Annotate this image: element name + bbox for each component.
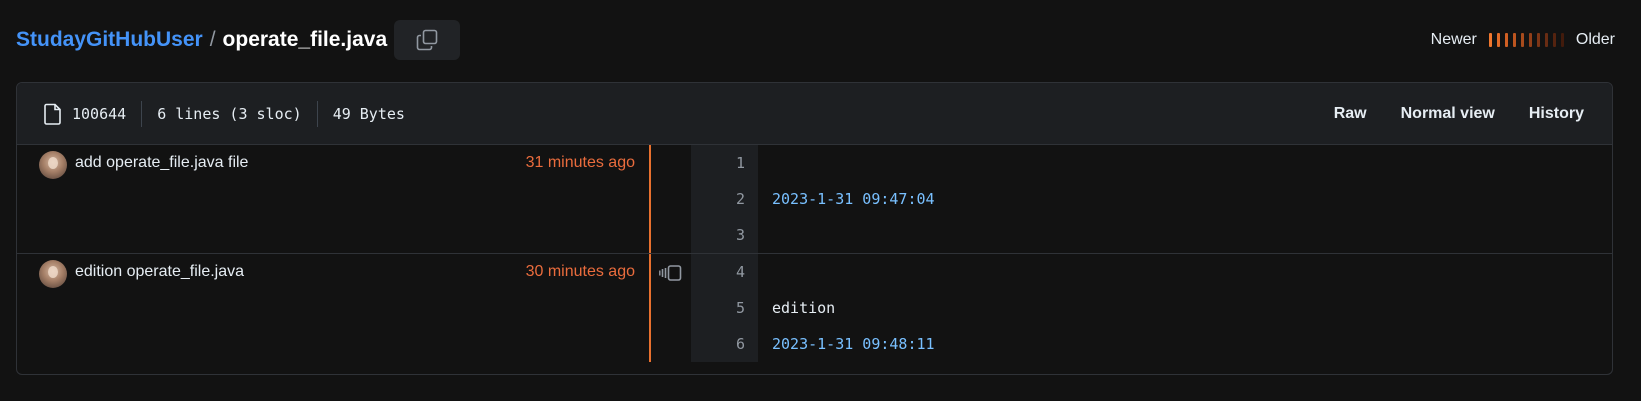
raw-button[interactable]: Raw bbox=[1334, 105, 1367, 123]
code-line: 2023-1-31 09:48:11 bbox=[772, 335, 935, 353]
age-legend-bar bbox=[1504, 33, 1508, 47]
line-numbers: 1 2 3 bbox=[691, 145, 758, 253]
commit-time: 31 minutes ago bbox=[525, 154, 635, 171]
normal-view-button[interactable]: Normal view bbox=[1401, 105, 1495, 123]
meta-divider bbox=[316, 100, 318, 127]
copy-icon bbox=[416, 29, 438, 51]
file-size: 49 Bytes bbox=[332, 104, 405, 123]
age-legend-bar bbox=[1488, 33, 1492, 47]
line-number[interactable]: 6 bbox=[691, 326, 745, 362]
history-button[interactable]: History bbox=[1529, 105, 1584, 123]
code-line: edition bbox=[772, 299, 836, 317]
age-legend-bar bbox=[1520, 33, 1524, 47]
file-meta: 100644 6 lines (3 sloc) 49 Bytes bbox=[44, 100, 405, 127]
age-legend: Newer Older bbox=[1431, 31, 1625, 49]
age-legend-bars bbox=[1488, 32, 1564, 48]
meta-divider bbox=[141, 100, 143, 127]
age-legend-older-label: Older bbox=[1575, 31, 1615, 48]
breadcrumb-file-name: operate_file.java bbox=[222, 28, 388, 51]
blame-hunk: edition operate_file.java 30 minutes ago… bbox=[17, 254, 1612, 362]
top-bar: StudayGitHubUser / operate_file.java New… bbox=[16, 20, 1625, 60]
age-legend-bar bbox=[1544, 33, 1548, 47]
file-mode-value: 100644 bbox=[72, 104, 127, 123]
file-icon bbox=[44, 103, 62, 125]
reblame-cell bbox=[651, 254, 691, 362]
age-legend-newer-label: Newer bbox=[1430, 31, 1477, 48]
line-number[interactable]: 1 bbox=[691, 145, 745, 181]
avatar-icon[interactable] bbox=[39, 260, 67, 288]
commit-info: add operate_file.java file 31 minutes ag… bbox=[17, 145, 635, 253]
age-legend-bar bbox=[1536, 33, 1540, 47]
line-number[interactable]: 2 bbox=[691, 181, 745, 217]
age-legend-bar bbox=[1552, 33, 1556, 47]
commit-info: edition operate_file.java 30 minutes ago bbox=[17, 254, 635, 362]
file-actions: Raw Normal view History bbox=[1300, 105, 1612, 123]
reblame-cell bbox=[651, 145, 691, 253]
breadcrumb-separator: / bbox=[209, 28, 216, 51]
age-legend-bar bbox=[1528, 33, 1532, 47]
line-number[interactable]: 3 bbox=[691, 217, 745, 253]
age-legend-bar bbox=[1560, 33, 1564, 47]
line-number[interactable]: 5 bbox=[691, 290, 745, 326]
line-numbers: 4 5 6 bbox=[691, 254, 758, 362]
blame-hunk: add operate_file.java file 31 minutes ag… bbox=[17, 145, 1612, 254]
age-legend-bar bbox=[1496, 33, 1500, 47]
avatar-icon[interactable] bbox=[39, 151, 67, 179]
commit-message-link[interactable]: add operate_file.java file bbox=[75, 154, 248, 172]
reblame-icon[interactable] bbox=[659, 264, 683, 362]
blame-container: 100644 6 lines (3 sloc) 49 Bytes Raw Nor… bbox=[16, 82, 1613, 375]
copy-path-button[interactable] bbox=[394, 20, 461, 60]
commit-time: 30 minutes ago bbox=[525, 263, 635, 280]
code-lines: edition 2023-1-31 09:48:11 bbox=[758, 254, 1612, 362]
breadcrumb-owner-link[interactable]: StudayGitHubUser bbox=[16, 28, 203, 52]
breadcrumb: StudayGitHubUser / operate_file.java bbox=[16, 28, 387, 52]
commit-message-link[interactable]: edition operate_file.java bbox=[75, 263, 244, 281]
file-mode: 100644 bbox=[44, 103, 126, 125]
age-legend-bar bbox=[1512, 33, 1516, 47]
code-lines: 2023-1-31 09:47:04 bbox=[758, 145, 1612, 253]
code-line: 2023-1-31 09:47:04 bbox=[772, 190, 935, 208]
line-number[interactable]: 4 bbox=[691, 254, 745, 290]
file-header: 100644 6 lines (3 sloc) 49 Bytes Raw Nor… bbox=[17, 83, 1612, 145]
file-line-count: 6 lines (3 sloc) bbox=[157, 104, 302, 123]
